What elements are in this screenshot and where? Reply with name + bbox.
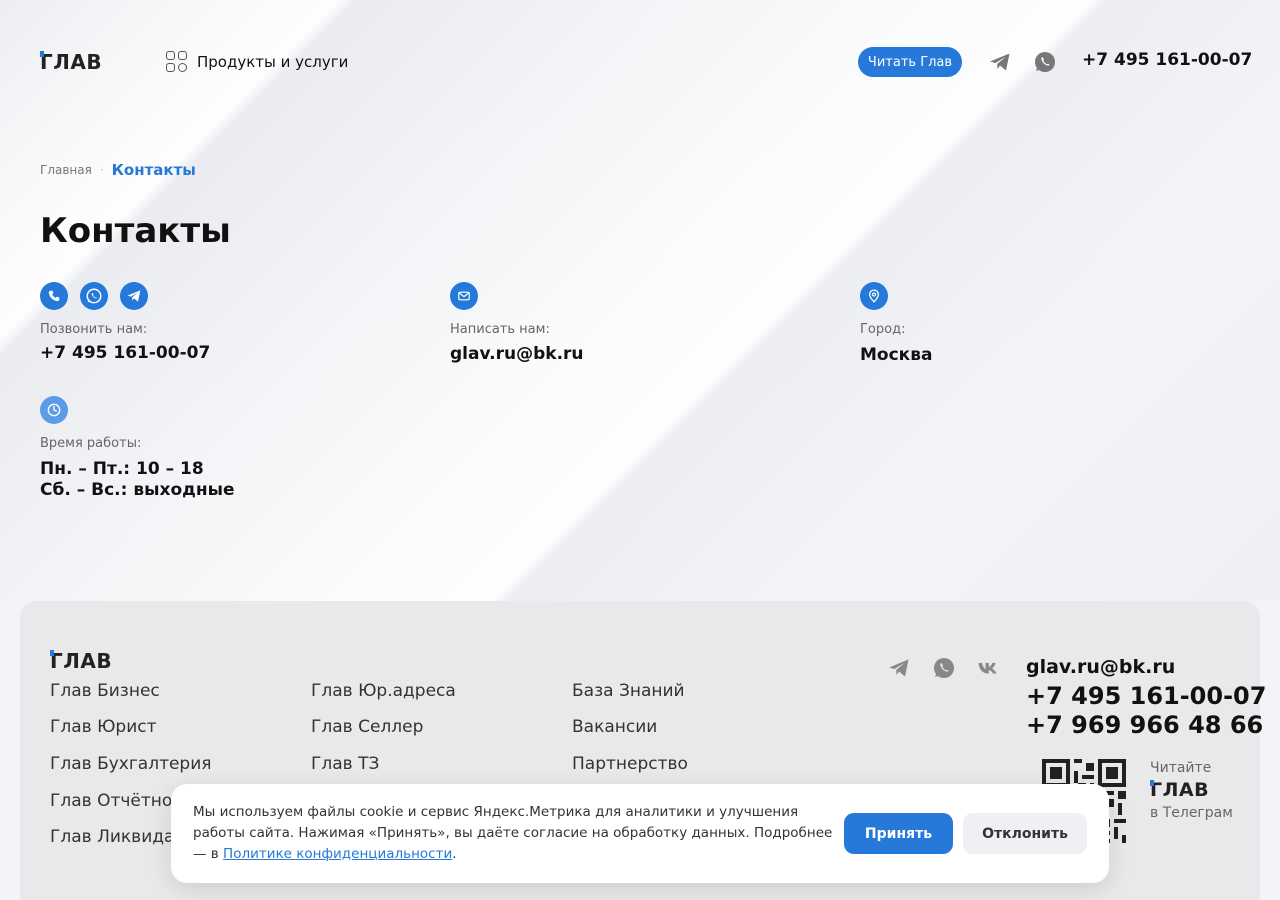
header-logo[interactable]: ГЛАВ: [40, 50, 102, 74]
footer-link-tz[interactable]: Глав ТЗ: [311, 754, 379, 774]
read-glav-button[interactable]: Читать Глав: [858, 47, 962, 77]
hours-weekends: Сб. – Вс.: выходные: [40, 480, 235, 500]
footer-phone-link-2[interactable]: +7 969 966 48 66: [1026, 711, 1263, 739]
cookie-accept-button[interactable]: Принять: [844, 813, 953, 854]
whatsapp-icon[interactable]: [1033, 50, 1057, 74]
header-phone-link[interactable]: +7 495 161-00-07: [1082, 50, 1252, 70]
telegram-icon[interactable]: [887, 656, 911, 680]
write-label: Написать нам:: [450, 322, 550, 337]
breadcrumb-current: Контакты: [111, 161, 196, 179]
vk-icon[interactable]: [977, 656, 1001, 680]
hours-label: Время работы:: [40, 436, 142, 451]
footer-link-partnership[interactable]: Партнерство: [572, 754, 688, 774]
city-value: Москва: [860, 345, 933, 365]
call-phone-link[interactable]: +7 495 161-00-07: [40, 343, 210, 363]
telegram-icon[interactable]: [120, 282, 148, 310]
footer-link-seller[interactable]: Глав Селлер: [311, 717, 423, 737]
phone-icon[interactable]: [40, 282, 68, 310]
breadcrumb-home-link[interactable]: Главная: [40, 163, 92, 177]
whatsapp-icon[interactable]: [932, 656, 956, 680]
footer-phone-link-1[interactable]: +7 495 161-00-07: [1026, 682, 1266, 710]
cookie-text: Мы используем файлы cookie и сервис Янде…: [193, 804, 833, 862]
footer-link-business[interactable]: Глав Бизнес: [50, 681, 160, 701]
grid-icon: [166, 51, 187, 72]
telegram-icon[interactable]: [988, 50, 1012, 74]
products-menu-label: Продукты и услуги: [197, 52, 349, 71]
hours-weekdays: Пн. – Пт.: 10 – 18: [40, 459, 204, 479]
mail-icon[interactable]: [450, 282, 478, 310]
cookie-banner: Мы используем файлы cookie и сервис Янде…: [171, 784, 1109, 883]
footer-link-knowledge-base[interactable]: База Знаний: [572, 681, 685, 701]
hero-background: [0, 0, 1280, 601]
footer-link-reporting[interactable]: Глав Отчётнос: [50, 791, 182, 811]
products-menu-button[interactable]: Продукты и услуги: [166, 51, 348, 72]
clock-icon: [40, 396, 68, 424]
footer-link-vacancies[interactable]: Вакансии: [572, 717, 657, 737]
footer-email-link[interactable]: glav.ru@bk.ru: [1026, 656, 1175, 678]
privacy-policy-link[interactable]: Политике конфиденциальности: [223, 846, 452, 862]
location-icon: [860, 282, 888, 310]
breadcrumb-separator: ·: [99, 163, 104, 177]
call-label: Позвонить нам:: [40, 322, 148, 337]
qr-glav-logo: ГЛАВ: [1150, 779, 1210, 801]
whatsapp-icon[interactable]: [80, 282, 108, 310]
qr-telegram-label: в Телеграм: [1150, 805, 1233, 821]
cookie-decline-button[interactable]: Отклонить: [963, 813, 1087, 854]
footer-link-lawyer[interactable]: Глав Юрист: [50, 717, 157, 737]
footer-link-legal-address[interactable]: Глав Юр.адреса: [311, 681, 456, 701]
breadcrumb: Главная · Контакты: [40, 161, 196, 179]
footer-logo[interactable]: ГЛАВ: [50, 649, 112, 673]
page-title: Контакты: [40, 211, 231, 251]
footer-link-liquidation[interactable]: Глав Ликвида: [50, 827, 174, 847]
footer-link-accounting[interactable]: Глав Бухгалтерия: [50, 754, 212, 774]
qr-read-label: Читайте: [1150, 760, 1212, 776]
city-label: Город:: [860, 322, 906, 337]
email-link[interactable]: glav.ru@bk.ru: [450, 344, 584, 364]
